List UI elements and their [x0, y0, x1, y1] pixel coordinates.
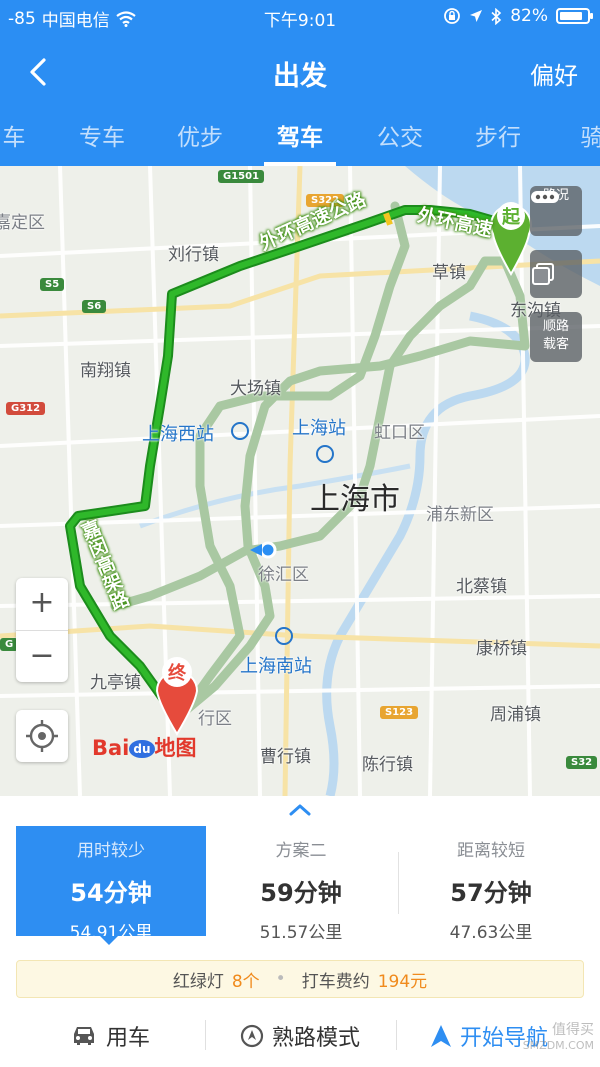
place-label: 九亭镇	[90, 673, 141, 693]
info-separator: •	[275, 969, 286, 989]
traffic-lights-label: 红绿灯	[172, 971, 224, 992]
preference-button[interactable]: 偏好	[530, 56, 578, 91]
bluetooth-icon	[491, 7, 502, 25]
place-label: 草镇	[432, 263, 466, 283]
road-shield: G1501	[218, 170, 265, 183]
navigation-arrow-icon	[431, 1025, 451, 1047]
traffic-button[interactable]: 路况	[530, 186, 582, 236]
place-label: 康桥镇	[476, 639, 527, 659]
city-label: 上海市	[310, 482, 400, 517]
tab-drive[interactable]: 驾车	[277, 118, 323, 152]
familiar-route-icon	[240, 1024, 264, 1048]
zoom-control: + −	[16, 578, 68, 682]
svg-text:终: 终	[168, 662, 187, 684]
route-plan-2[interactable]: 方案二 59分钟 51.57公里	[206, 826, 396, 943]
district-label: 徐汇区	[258, 565, 309, 585]
tab-uber[interactable]: 优步	[177, 118, 223, 152]
carpool-label-1: 顺路	[542, 319, 569, 334]
place-label: 南翔镇	[80, 361, 131, 381]
plan-distance: 47.63公里	[449, 923, 533, 943]
familiar-route-button[interactable]: 熟路模式	[240, 1020, 360, 1052]
status-bar: -85 中国电信 下午9:01 82%	[0, 0, 600, 34]
station-label: 上海南站	[240, 656, 312, 677]
battery-percent: 82%	[510, 6, 548, 26]
layers-icon	[532, 263, 554, 285]
road-shield: S123	[380, 706, 419, 719]
svg-text:起: 起	[501, 206, 521, 228]
road-shield: S5	[40, 278, 65, 291]
taxi-fare-label: 打车费约	[301, 971, 370, 992]
plan-name: 用时较少	[77, 841, 145, 861]
end-marker: 终	[155, 657, 199, 736]
road-shield: S6	[82, 300, 107, 313]
place-label: 陈行镇	[362, 755, 413, 775]
nav-bar: 出发 偏好	[0, 40, 600, 102]
travel-mode-tabs: 车 专车 优步 驾车 公交 步行 骑	[0, 104, 600, 166]
plan-distance: 51.57公里	[259, 923, 343, 943]
route-plan-1[interactable]: 用时较少 54分钟 54.91公里	[16, 826, 206, 943]
battery-icon	[556, 8, 593, 24]
tab-walk[interactable]: 步行	[475, 118, 521, 152]
zoom-in-button[interactable]: +	[16, 578, 68, 630]
plan-time: 59分钟	[260, 879, 342, 907]
route-sheet: 用时较少 54分钟 54.91公里 方案二 59分钟 51.57公里 距离较短 …	[0, 796, 600, 1067]
plan-name: 距离较短	[457, 841, 525, 861]
station-label: 上海站	[292, 418, 346, 439]
route-plan-3[interactable]: 距离较短 57分钟 47.63公里	[396, 826, 586, 943]
station-label: 上海西站	[142, 424, 214, 445]
place-label: 曹行镇	[260, 747, 311, 767]
route-info-bar: 红绿灯 8个 • 打车费约 194元	[16, 960, 584, 998]
place-label: 刘行镇	[168, 245, 219, 265]
place-label: 北蔡镇	[456, 577, 507, 597]
rotation-lock-icon	[444, 8, 461, 24]
use-car-label: 用车	[106, 1026, 151, 1051]
action-divider	[396, 1020, 397, 1050]
plan-name: 方案二	[275, 841, 327, 861]
tab-transit[interactable]: 公交	[377, 118, 423, 152]
road-shield: G312	[6, 402, 46, 415]
layers-button[interactable]	[530, 250, 582, 298]
location-arrow-icon	[470, 10, 483, 22]
top-header: -85 中国电信 下午9:01 82% 出发 偏好 车 专车 优步 驾车 公交 …	[0, 0, 600, 166]
plan-time: 54分钟	[70, 879, 152, 907]
use-car-button[interactable]: 用车	[70, 1020, 150, 1052]
taxi-fare-value: 194元	[377, 971, 428, 992]
traffic-lights-count: 8个	[231, 971, 260, 992]
district-label: 行区	[198, 709, 232, 729]
locate-button[interactable]	[16, 710, 68, 762]
tab-taxi[interactable]: 车	[3, 118, 26, 152]
baidu-map-logo: Bai du 地图	[92, 736, 197, 760]
traffic-icon	[531, 191, 559, 203]
expand-chevron-icon[interactable]	[288, 802, 312, 816]
carpool-label-2: 载客	[542, 337, 569, 352]
place-label: 大场镇	[230, 379, 281, 399]
action-divider	[205, 1020, 206, 1050]
district-label: 虹口区	[374, 423, 425, 443]
watermark: 值得买 SMZDM.COM	[522, 1022, 594, 1052]
page-title: 出发	[273, 61, 327, 92]
zoom-out-button[interactable]: −	[16, 630, 68, 682]
locate-icon	[26, 720, 58, 752]
tab-private-car[interactable]: 专车	[79, 118, 125, 152]
route-map[interactable]: 起 终 G1501 S322 S5 S6 G312 S123 S32 G 嘉定区…	[0, 166, 600, 796]
car-icon	[74, 1027, 94, 1045]
road-shield: S32	[566, 756, 598, 769]
carpool-button[interactable]: 顺路 载客	[530, 312, 582, 362]
selected-plan-pointer	[100, 936, 118, 945]
plan-time: 57分钟	[450, 879, 532, 907]
district-label: 嘉定区	[0, 213, 45, 233]
place-label: 周浦镇	[490, 705, 541, 725]
familiar-route-label: 熟路模式	[272, 1026, 361, 1051]
district-label: 浦东新区	[426, 505, 494, 525]
tab-ride[interactable]: 骑	[581, 118, 600, 152]
action-bar: 用车 熟路模式 开始导航	[0, 1006, 600, 1067]
